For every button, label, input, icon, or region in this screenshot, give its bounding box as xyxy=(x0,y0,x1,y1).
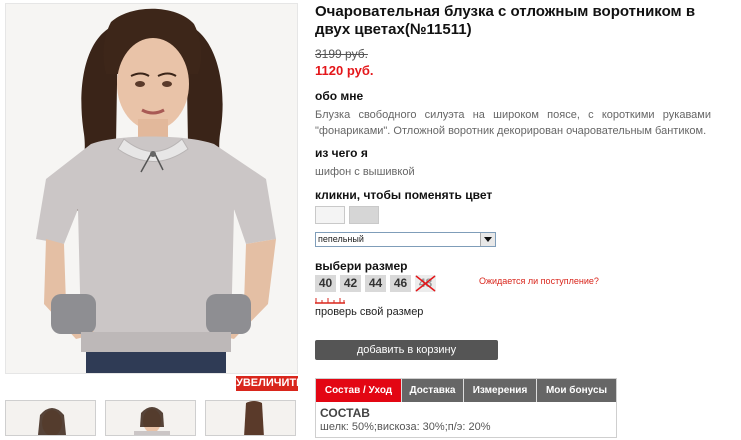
add-to-cart-button[interactable]: добавить в корзину xyxy=(315,340,498,360)
tab-composition-care[interactable]: Состав / Уход xyxy=(316,379,402,402)
color-heading: кликни, чтобы поменять цвет xyxy=(315,188,493,202)
color-swatch-grey[interactable] xyxy=(349,206,379,224)
tab-bonuses[interactable]: Мои бонусы xyxy=(537,379,616,402)
color-select-value: пепельный xyxy=(318,234,364,244)
color-select[interactable]: пепельный xyxy=(315,232,496,247)
size-button-48-unavailable[interactable]: 48 xyxy=(415,275,436,292)
new-price: 1120 руб. xyxy=(315,63,374,78)
thumbnail-3-image xyxy=(244,401,264,435)
tab-bar: Состав / Уход Доставка Измерения Мои бон… xyxy=(316,379,616,402)
size-button-46[interactable]: 46 xyxy=(390,275,411,292)
tab-measurements[interactable]: Измерения xyxy=(464,379,537,402)
ruler-icon[interactable] xyxy=(315,296,347,304)
product-title: Очаровательная блузка с отложным воротни… xyxy=(315,3,696,38)
material-heading: из чего я xyxy=(315,146,368,160)
size-button-44[interactable]: 44 xyxy=(365,275,386,292)
model-photo-illustration xyxy=(6,4,297,373)
check-size-link[interactable]: проверь свой размер xyxy=(315,306,423,318)
restock-link[interactable]: Ожидается ли поступление? xyxy=(479,276,599,286)
product-main-image[interactable] xyxy=(5,3,298,374)
tab-delivery[interactable]: Доставка xyxy=(402,379,464,402)
composition-heading: СОСТАВ xyxy=(320,406,370,420)
color-swatch-light[interactable] xyxy=(315,206,345,224)
thumbnail-1-image xyxy=(38,408,66,435)
product-info: Очаровательная блузка с отложным воротни… xyxy=(315,3,735,360)
thumbnail-3[interactable] xyxy=(205,400,296,436)
thumbnail-2-image xyxy=(134,407,170,435)
about-text: Блузка свободного силуэта на широком поя… xyxy=(315,109,711,137)
size-heading: выбери размер xyxy=(315,259,408,273)
size-button-42[interactable]: 42 xyxy=(340,275,361,292)
about-heading: обо мне xyxy=(315,89,364,103)
thumbnail-2[interactable] xyxy=(105,400,196,436)
old-price: 3199 руб. xyxy=(315,47,368,61)
thumbnail-1[interactable] xyxy=(5,400,96,436)
zoom-button[interactable]: УВЕЛИЧИТЬ xyxy=(236,376,304,391)
size-button-40[interactable]: 40 xyxy=(315,275,336,292)
unavailable-cross-icon xyxy=(415,275,436,292)
composition-text: шелк: 50%;вискоза: 30%;п/э: 20% xyxy=(320,421,491,433)
material-text: шифон с вышивкой xyxy=(315,166,415,178)
details-tabs: Состав / Уход Доставка Измерения Мои бон… xyxy=(315,378,617,438)
chevron-down-icon[interactable] xyxy=(480,233,495,246)
